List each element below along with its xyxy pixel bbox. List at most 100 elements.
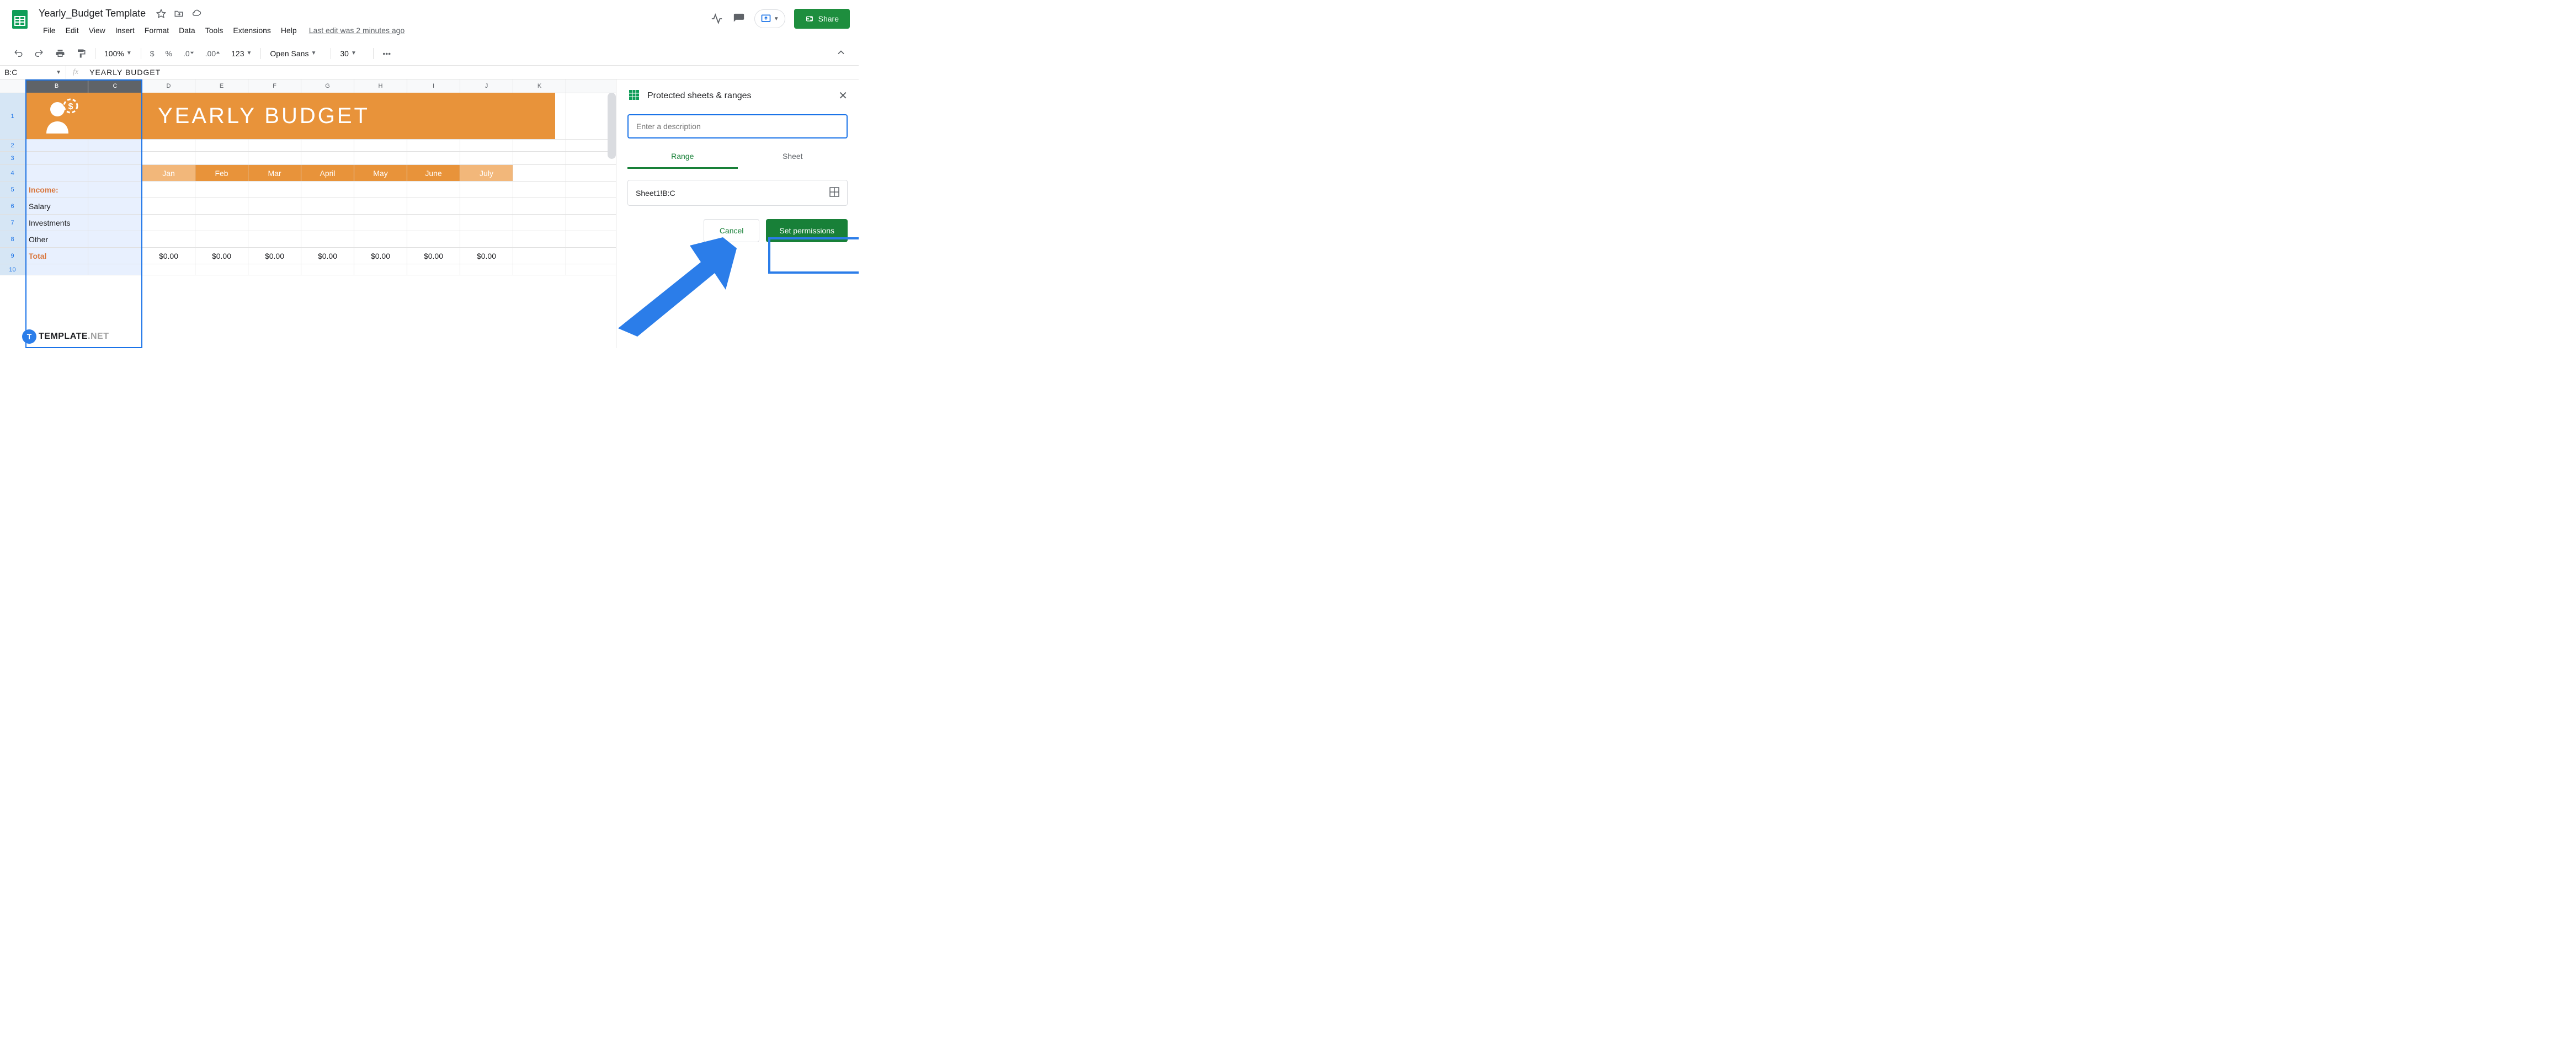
menu-format[interactable]: Format [140, 24, 173, 37]
banner-title: YEARLY BUDGET [158, 104, 370, 129]
row-header[interactable]: 7 [0, 215, 25, 231]
menu-edit[interactable]: Edit [61, 24, 83, 37]
menu-file[interactable]: File [39, 24, 60, 37]
total-value: $0.00 [460, 248, 513, 264]
protected-ranges-panel: Protected sheets & ranges ✕ Range Sheet … [616, 79, 859, 348]
vertical-scrollbar[interactable] [608, 93, 616, 159]
name-box[interactable]: B:C▼ [0, 66, 66, 79]
formula-value[interactable]: YEARLY BUDGET [85, 66, 165, 79]
description-input[interactable] [627, 114, 848, 138]
column-header[interactable]: K [513, 79, 566, 93]
font-dropdown[interactable]: Open Sans▼ [265, 47, 326, 60]
menu-tools[interactable]: Tools [201, 24, 228, 37]
svg-text:$: $ [68, 102, 73, 111]
total-value: $0.00 [248, 248, 301, 264]
month-header: July [460, 165, 513, 181]
row-header[interactable]: 4 [0, 165, 25, 181]
total-label: Total [25, 248, 88, 264]
range-input[interactable]: Sheet1!B:C [627, 180, 848, 206]
column-header[interactable]: C [88, 79, 142, 93]
document-title[interactable]: Yearly_Budget Template [35, 7, 149, 20]
range-value: Sheet1!B:C [636, 189, 675, 198]
row-header[interactable]: 3 [0, 152, 25, 164]
row-header[interactable]: 8 [0, 231, 25, 247]
share-label: Share [818, 14, 839, 23]
row-header[interactable]: 6 [0, 198, 25, 214]
menu-data[interactable]: Data [174, 24, 200, 37]
present-button[interactable]: ▼ [754, 9, 785, 28]
fx-icon: fx [66, 66, 85, 79]
share-button[interactable]: Share [794, 9, 850, 29]
income-label: Income: [25, 182, 88, 198]
total-value: $0.00 [354, 248, 407, 264]
total-value: $0.00 [407, 248, 460, 264]
column-header[interactable]: F [248, 79, 301, 93]
column-header[interactable]: J [460, 79, 513, 93]
cancel-button[interactable]: Cancel [704, 219, 760, 242]
panel-title: Protected sheets & ranges [647, 91, 832, 101]
row-label: Investments [25, 215, 88, 231]
decrease-decimal-button[interactable]: .0 [179, 46, 199, 61]
row-header[interactable]: 2 [0, 140, 25, 151]
column-header[interactable]: H [354, 79, 407, 93]
month-header: Feb [195, 165, 248, 181]
number-format-dropdown[interactable]: 123▼ [227, 47, 256, 60]
select-all-corner[interactable] [0, 79, 25, 93]
month-header: June [407, 165, 460, 181]
month-header: May [354, 165, 407, 181]
tab-range[interactable]: Range [627, 145, 738, 169]
increase-decimal-button[interactable]: .00 [201, 46, 225, 61]
row-header[interactable]: 1 [0, 93, 25, 139]
row-label: Other [25, 231, 88, 247]
column-header[interactable]: D [142, 79, 195, 93]
spreadsheet-grid[interactable]: B C D E F G H I J K 1 2 3 4 [0, 79, 616, 348]
column-header[interactable]: E [195, 79, 248, 93]
formula-bar: B:C▼ fx YEARLY BUDGET [0, 66, 859, 79]
format-currency-button[interactable]: $ [146, 46, 159, 61]
menu-view[interactable]: View [84, 24, 110, 37]
total-value: $0.00 [195, 248, 248, 264]
redo-button[interactable] [30, 45, 49, 62]
column-header[interactable]: G [301, 79, 354, 93]
move-icon[interactable] [173, 8, 184, 19]
row-header[interactable]: 9 [0, 248, 25, 264]
last-edit-link[interactable]: Last edit was 2 minutes ago [309, 26, 405, 35]
tab-sheet[interactable]: Sheet [738, 145, 848, 169]
cloud-status-icon[interactable] [191, 8, 202, 19]
activity-icon[interactable] [710, 12, 723, 25]
column-header[interactable]: I [407, 79, 460, 93]
paint-format-button[interactable] [72, 45, 91, 62]
total-value: $0.00 [301, 248, 354, 264]
watermark-badge: T [22, 329, 36, 344]
row-label: Salary [25, 198, 88, 214]
collapse-toolbar-button[interactable] [832, 44, 850, 63]
row-header[interactable]: 10 [0, 264, 25, 275]
more-toolbar-button[interactable]: ••• [378, 46, 395, 61]
month-header: Mar [248, 165, 301, 181]
toolbar: 100%▼ $ % .0 .00 123▼ Open Sans▼ 30▼ ••• [0, 41, 859, 66]
menu-extensions[interactable]: Extensions [228, 24, 275, 37]
close-panel-button[interactable]: ✕ [838, 89, 848, 103]
grid-select-icon[interactable] [829, 187, 839, 199]
comments-icon[interactable] [732, 12, 746, 25]
font-size-dropdown[interactable]: 30▼ [336, 47, 369, 60]
yearly-budget-banner: $ YEARLY BUDGET [25, 93, 555, 139]
sheets-logo-icon[interactable] [9, 8, 31, 30]
menu-help[interactable]: Help [276, 24, 301, 37]
month-header: April [301, 165, 354, 181]
undo-button[interactable] [9, 45, 28, 62]
column-header[interactable]: B [25, 79, 88, 93]
row-header[interactable]: 5 [0, 182, 25, 198]
annotation-highlight [768, 237, 859, 274]
person-money-icon: $ [43, 98, 82, 136]
menu-bar: File Edit View Insert Format Data Tools … [35, 23, 710, 41]
sheets-icon [627, 88, 641, 103]
star-icon[interactable] [156, 8, 167, 19]
format-percent-button[interactable]: % [161, 46, 177, 61]
print-button[interactable] [51, 45, 70, 62]
menu-insert[interactable]: Insert [111, 24, 139, 37]
set-permissions-button[interactable]: Set permissions [766, 219, 848, 242]
zoom-dropdown[interactable]: 100%▼ [100, 47, 136, 60]
month-header: Jan [142, 165, 195, 181]
app-header: Yearly_Budget Template File Edit View In… [0, 0, 859, 41]
